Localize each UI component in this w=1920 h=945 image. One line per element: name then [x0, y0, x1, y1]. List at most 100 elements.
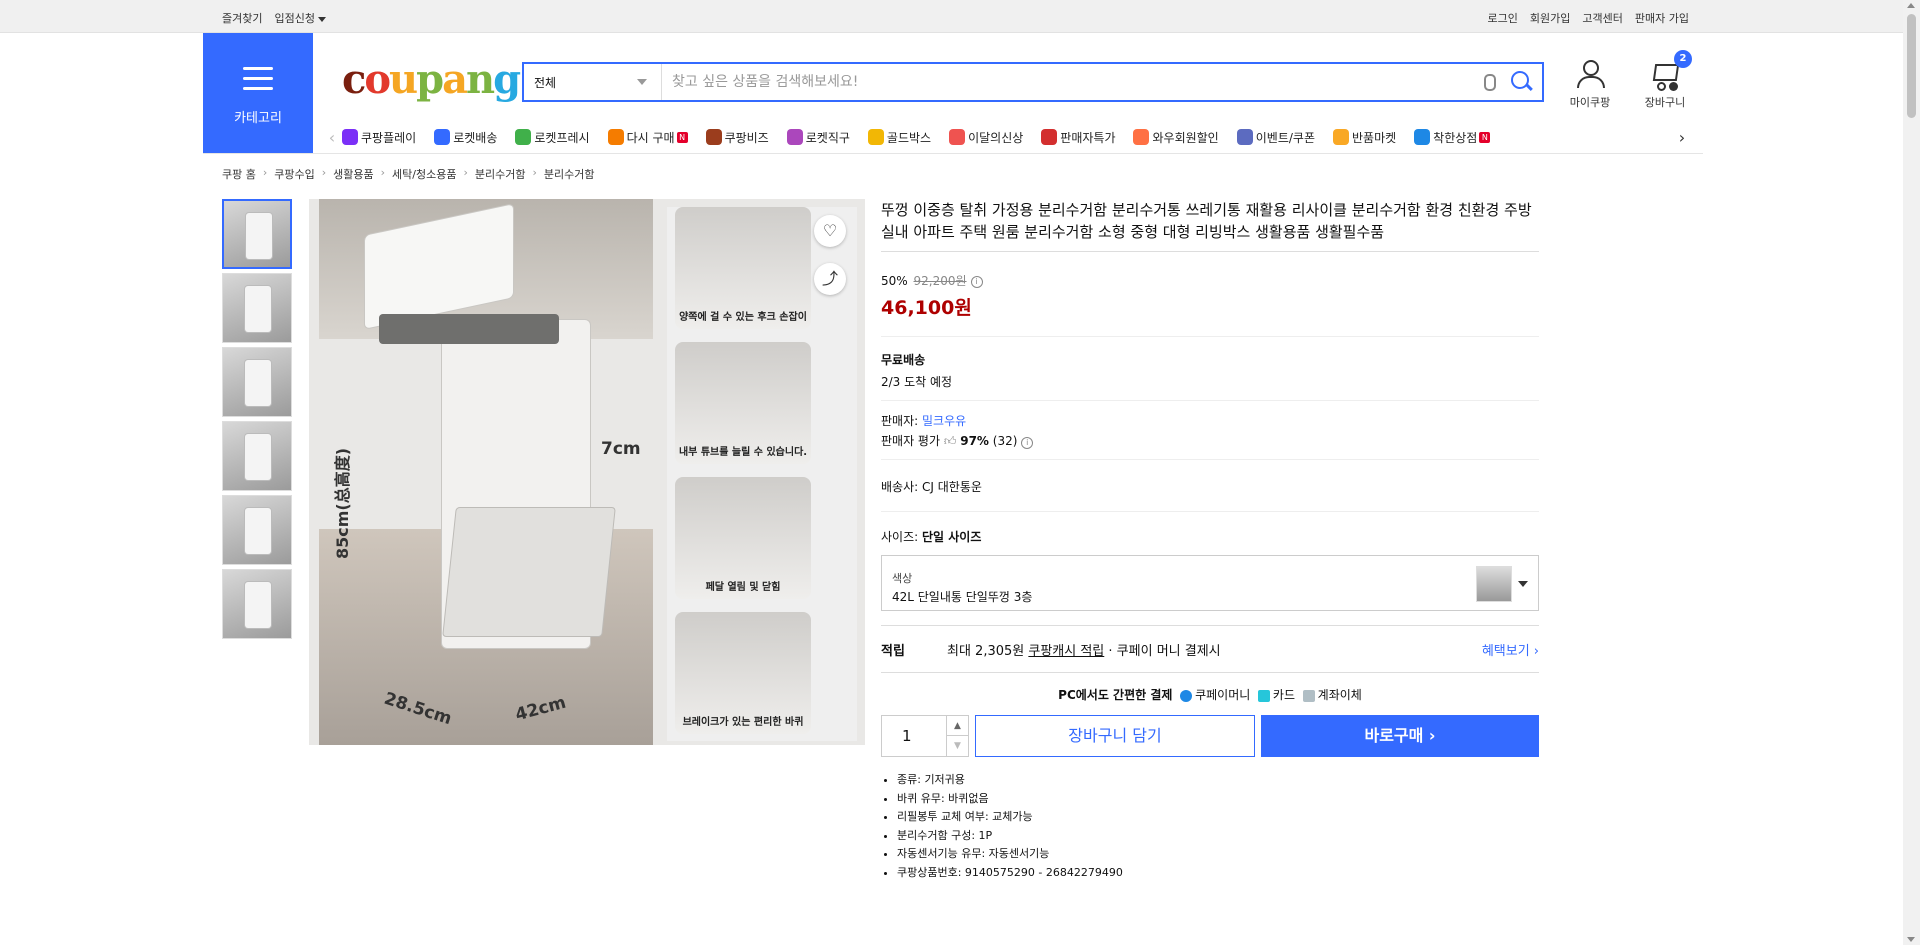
thumbnail[interactable]	[222, 569, 292, 639]
category-nav-label: 쿠팡비즈	[724, 130, 769, 145]
signup-link[interactable]: 회원가입	[1530, 10, 1570, 26]
discount-rate: 50%	[881, 274, 908, 288]
category-nav-label: 판매자특가	[1060, 130, 1116, 145]
original-price: 92,200원	[913, 274, 967, 288]
pay-method: 카드	[1272, 688, 1296, 702]
category-nav-item[interactable]: 골드박스	[867, 129, 932, 146]
attribute-item: 쿠팡상품번호: 9140575290 - 26842279490	[897, 864, 1539, 883]
color-option-select[interactable]: 색상 42L 단일내통 단일뚜껑 3층	[881, 555, 1539, 611]
cart-count-badge: 2	[1674, 50, 1692, 68]
buy-now-button[interactable]: 바로구매 ›	[1261, 715, 1539, 757]
category-icon	[1332, 129, 1349, 145]
breadcrumb: 쿠팡 홈 › 쿠팡수입 › 생활용품 › 세탁/청소용품 › 분리수거함 › 분리수거함	[222, 166, 595, 182]
product-title: 뚜껑 이중층 탈취 가정용 분리수거함 분리수거통 쓰레기통 재활용 리사이클 …	[881, 199, 1539, 252]
thumbnail[interactable]	[222, 199, 292, 269]
quantity-stepper[interactable]: 1 ▲ ▼	[881, 715, 969, 757]
share-icon[interactable]: ⤴	[814, 263, 846, 295]
category-icon	[1133, 129, 1150, 145]
reward-row: 적립 최대 2,305원 쿠팡캐시 적립 · 쿠페이 머니 결제시 혜택보기 ›	[881, 625, 1539, 673]
category-nav-item[interactable]: 반품마켓	[1332, 129, 1397, 146]
category-nav-item[interactable]: 착한상점 N	[1414, 129, 1491, 146]
thumbnail[interactable]	[222, 347, 292, 417]
category-nav-item[interactable]: 이달의신상	[949, 129, 1023, 146]
scrollbar-thumb[interactable]	[1907, 14, 1916, 118]
carrier-label: 배송사:	[881, 480, 919, 494]
category-nav-label: 다시 구매	[626, 130, 675, 145]
category-nav-item[interactable]: 로켓배송	[434, 129, 497, 146]
category-nav-item[interactable]: 쿠팡플레이	[342, 129, 416, 146]
seller-link[interactable]: 밀크우유	[922, 414, 966, 428]
category-nav-item[interactable]: 와우회원할인	[1133, 129, 1219, 146]
heart-icon[interactable]: ♡	[814, 215, 846, 247]
category-nav-item[interactable]: 로켓프레시	[515, 129, 590, 146]
seller-apply-link[interactable]: 입점신청	[274, 10, 326, 26]
category-nav-item[interactable]: 다시 구매 N	[607, 129, 688, 146]
breadcrumb-item[interactable]: 세탁/청소용품	[392, 166, 456, 182]
category-nav-item[interactable]: 판매자특가	[1041, 129, 1115, 146]
login-link[interactable]: 로그인	[1488, 10, 1518, 26]
search-icon[interactable]	[1502, 64, 1542, 100]
microphone-icon[interactable]	[1474, 64, 1502, 100]
category-icon	[342, 129, 358, 145]
thumbnail[interactable]	[222, 273, 292, 343]
option-thumbnail	[1476, 566, 1512, 602]
thumbnail[interactable]	[222, 421, 292, 491]
attribute-item: 분리수거함 구성: 1P	[897, 827, 1539, 846]
attribute-item: 리필봉투 교체 여부: 교체가능	[897, 808, 1539, 827]
breadcrumb-item[interactable]: 쿠팡수입	[274, 166, 314, 182]
breadcrumb-item[interactable]: 분리수거함	[475, 166, 526, 182]
seller-signup-link[interactable]: 판매자 가입	[1635, 10, 1689, 26]
search-category-select[interactable]: 전체	[524, 64, 662, 100]
search-bar: 전체	[522, 62, 1544, 102]
category-button[interactable]: 카테고리	[203, 33, 313, 153]
coupang-logo[interactable]: coupang	[342, 56, 521, 103]
scroll-up-icon[interactable]	[1907, 3, 1915, 8]
breadcrumb-item[interactable]: 쿠팡 홈	[222, 166, 256, 182]
chevron-right-icon[interactable]: ›	[1672, 128, 1692, 147]
category-nav: ‹ 쿠팡플레이 로켓배송 로켓프레시 다시 구매 N 쿠팡비즈 로켓직구 골드박스 이달의신상 판…	[322, 124, 1692, 150]
carrier-name: CJ 대한통운	[922, 480, 982, 494]
info-icon[interactable]: i	[970, 275, 983, 288]
attribute-item: 자동센서기능 유무: 자동센서기능	[897, 845, 1539, 864]
sale-price: 46,100원	[881, 297, 972, 319]
category-icon	[1414, 129, 1431, 145]
favorites-link[interactable]: 즐겨찾기	[222, 10, 262, 26]
decrease-icon[interactable]: ▼	[946, 736, 968, 756]
mycoupang-button[interactable]: 마이쿠팡	[1563, 58, 1617, 110]
price-box: 50% 92,200원 i 46,100원	[881, 272, 1539, 320]
increase-icon[interactable]: ▲	[946, 716, 968, 736]
benefit-more-link[interactable]: 혜택보기 ›	[1482, 640, 1539, 659]
size-label: 사이즈:	[881, 530, 919, 544]
category-nav-label: 반품마켓	[1351, 130, 1397, 145]
breadcrumb-item[interactable]: 분리수거함	[544, 166, 595, 182]
attribute-item: 바퀴 유무: 바퀴없음	[897, 790, 1539, 809]
scroll-down-icon[interactable]	[1907, 937, 1915, 942]
panel-caption: 내부 튜브를 늘릴 수 있습니다.	[678, 447, 808, 458]
category-nav-label: 로켓배송	[453, 130, 498, 145]
category-nav-item[interactable]: 로켓직구	[786, 129, 850, 146]
thumbnail[interactable]	[222, 495, 292, 565]
add-to-cart-button[interactable]: 장바구니 담기	[975, 715, 1255, 757]
pay-method: 계좌이체	[1317, 688, 1362, 702]
category-nav-label: 이벤트/쿠폰	[1255, 130, 1315, 145]
page-scrollbar[interactable]	[1903, 0, 1920, 945]
category-nav-label: 골드박스	[886, 130, 932, 145]
chevron-left-icon[interactable]: ‹	[322, 128, 342, 147]
reward-link[interactable]: 쿠팡캐시 적립	[1028, 640, 1104, 659]
main-product-image: 85cm(总高度) 7cm 28.5cm 42cm 양쪽에 걸 수 있는 후크 …	[309, 199, 865, 745]
category-nav-label: 로켓직구	[805, 130, 850, 145]
breadcrumb-item[interactable]: 생활용품	[333, 166, 373, 182]
product-info: 뚜껑 이중층 탈취 가정용 분리수거함 분리수거통 쓰레기통 재활용 리사이클 …	[881, 199, 1539, 882]
dimension-label: 85cm(总高度)	[333, 447, 352, 559]
category-nav-item[interactable]: 쿠팡비즈	[705, 129, 769, 146]
category-icon	[607, 129, 624, 145]
new-badge: N	[1479, 131, 1491, 143]
info-icon[interactable]: i	[1021, 437, 1034, 449]
customer-center-link[interactable]: 고객센터	[1582, 10, 1622, 26]
search-category-value: 전체	[534, 76, 557, 90]
category-nav-label: 착한상점	[1433, 130, 1478, 145]
search-input[interactable]	[662, 64, 1474, 100]
card-icon	[1257, 689, 1270, 702]
category-nav-label: 이달의신상	[968, 130, 1024, 145]
category-nav-item[interactable]: 이벤트/쿠폰	[1236, 129, 1315, 146]
